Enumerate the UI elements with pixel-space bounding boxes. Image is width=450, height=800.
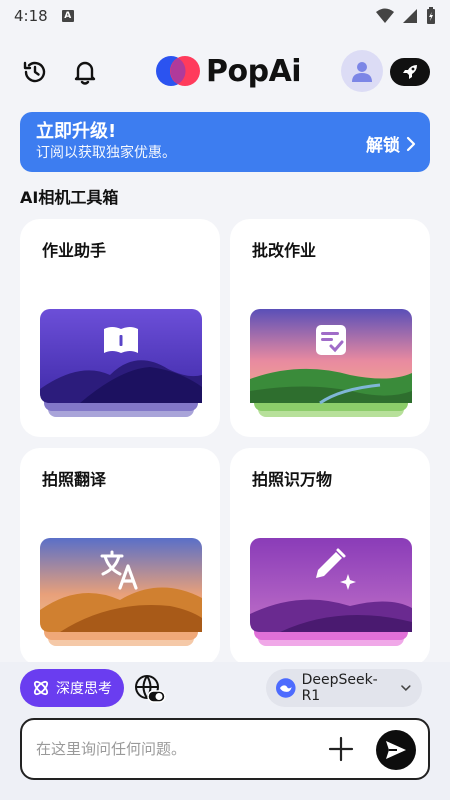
- tool-card-label: 拍照识万物: [252, 470, 333, 489]
- deepseek-logo-icon: [276, 678, 296, 698]
- unlock-button[interactable]: 解锁: [366, 131, 416, 156]
- model-label: DeepSeek-R1: [301, 672, 378, 704]
- send-button[interactable]: [376, 730, 416, 770]
- battery-icon: [427, 7, 435, 24]
- status-bar: 4:18 A: [0, 0, 450, 32]
- app-logo: PopAi: [154, 53, 302, 89]
- send-icon: [386, 741, 406, 759]
- model-selector[interactable]: DeepSeek-R1: [266, 669, 422, 707]
- tool-card-photo-translate[interactable]: 拍照翻译: [20, 448, 220, 666]
- web-search-toggle[interactable]: [134, 674, 166, 704]
- chevron-right-icon: [406, 136, 416, 151]
- checklist-icon: [316, 325, 346, 355]
- top-bar: PopAi: [0, 48, 450, 96]
- tool-card-grade-homework[interactable]: 批改作业: [230, 219, 430, 437]
- tool-card-label: 批改作业: [252, 241, 317, 260]
- chat-input[interactable]: [36, 736, 316, 762]
- popai-logo-icon: [156, 56, 200, 86]
- deep-think-button[interactable]: 深度思考: [20, 669, 124, 707]
- banner-subtitle: 订阅以获取独家优惠。: [36, 145, 176, 161]
- notification-badge-icon: A: [61, 10, 74, 22]
- avatar[interactable]: [341, 50, 383, 92]
- tool-card-illustration: [250, 538, 412, 646]
- section-title: AI相机工具箱: [20, 188, 119, 207]
- bell-icon[interactable]: [69, 56, 101, 88]
- rocket-icon: [403, 65, 417, 79]
- upgrade-rocket-button[interactable]: [390, 58, 430, 86]
- user-icon: [352, 62, 372, 82]
- upgrade-banner[interactable]: 立即升级! 订阅以获取独家优惠。 解锁: [20, 112, 430, 172]
- logo-text: PopAi: [206, 53, 302, 89]
- tool-card-illustration: [40, 309, 202, 417]
- tool-card-photo-identify[interactable]: 拍照识万物: [230, 448, 430, 666]
- tool-card-label: 拍照翻译: [42, 470, 107, 489]
- globe-toggle-icon: [135, 675, 166, 703]
- deep-think-label: 深度思考: [56, 681, 112, 697]
- attach-button[interactable]: [326, 734, 356, 764]
- history-icon[interactable]: [19, 56, 51, 88]
- signal-icon: [403, 9, 417, 23]
- deep-think-icon: [33, 680, 49, 696]
- chevron-down-icon: [401, 685, 411, 692]
- chat-input-box: [20, 718, 430, 780]
- tool-card-homework-helper[interactable]: 作业助手: [20, 219, 220, 437]
- plus-icon: [328, 736, 354, 762]
- status-time: 4:18: [14, 7, 48, 25]
- unlock-label: 解锁: [366, 136, 400, 156]
- wifi-icon: [376, 8, 394, 23]
- tool-card-illustration: [250, 309, 412, 417]
- book-icon: [104, 327, 138, 353]
- tool-card-label: 作业助手: [42, 241, 107, 260]
- banner-title: 立即升级!: [36, 121, 117, 142]
- tool-card-illustration: [40, 538, 202, 646]
